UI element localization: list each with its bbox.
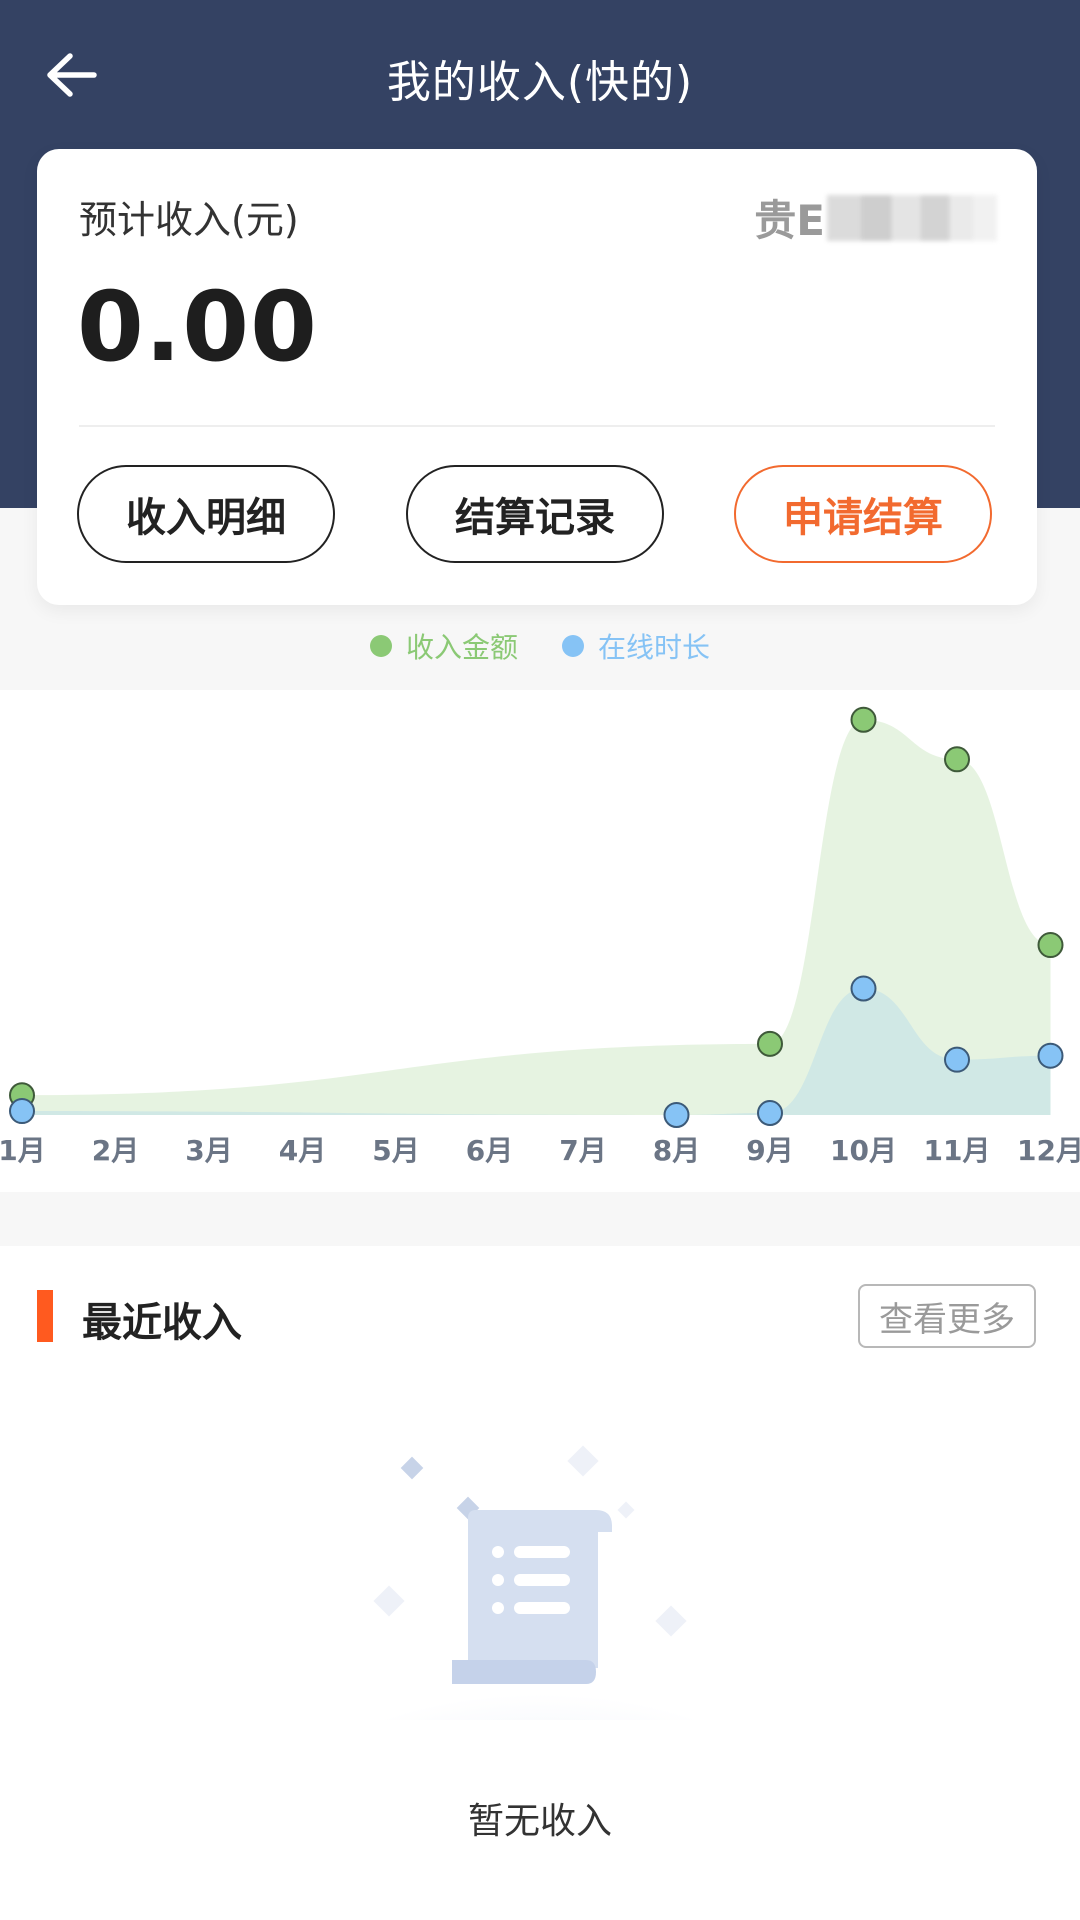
data-point-1-3[interactable]	[850, 975, 877, 1002]
x-tick-label: 10月	[830, 1134, 897, 1167]
data-point-0-1[interactable]	[757, 1030, 783, 1057]
license-plate: 贵E	[754, 187, 997, 248]
income-detail-button[interactable]: 收入明细	[77, 465, 335, 563]
x-tick-label: 2月	[92, 1134, 139, 1167]
x-tick-label: 7月	[559, 1134, 606, 1167]
x-tick-label: 3月	[185, 1134, 232, 1167]
x-tick-label: 5月	[372, 1134, 419, 1167]
data-point-1-5[interactable]	[1037, 1042, 1064, 1069]
apply-settlement-button[interactable]: 申请结算	[734, 465, 992, 563]
recent-income-title: 最近收入	[82, 1300, 242, 1346]
settlement-records-button[interactable]: 结算记录	[406, 465, 664, 563]
data-point-0-3[interactable]	[944, 746, 970, 773]
license-plate-text: 贵E	[754, 196, 825, 245]
page-title: 我的收入(快的)	[386, 57, 694, 108]
legend-label-income: 收入金额	[405, 631, 518, 664]
legend-item-online[interactable]: 在线时长	[562, 626, 710, 666]
empty-state-text: 暂无收入	[467, 1801, 612, 1842]
data-point-0-2[interactable]	[850, 706, 877, 733]
income-amount: 0.00	[77, 271, 318, 383]
card-divider	[79, 425, 995, 427]
license-plate-mask	[827, 194, 997, 241]
x-tick-label: 8月	[653, 1134, 700, 1167]
x-tick-label: 1月	[0, 1134, 46, 1167]
data-point-1-4[interactable]	[944, 1046, 970, 1073]
data-point-1-2[interactable]	[757, 1100, 783, 1127]
x-tick-label: 12月	[1017, 1134, 1080, 1167]
data-point-0-4[interactable]	[1037, 932, 1064, 959]
legend-item-income[interactable]: 收入金额	[369, 626, 518, 666]
section-accent-bar	[37, 1290, 53, 1342]
view-more-button[interactable]: 查看更多	[858, 1284, 1036, 1348]
chart-legend: 收入金额 在线时长	[0, 626, 1080, 666]
x-tick-label: 11月	[924, 1134, 991, 1167]
legend-dot-online	[562, 635, 584, 657]
x-tick-label: 4月	[279, 1134, 326, 1167]
income-summary-card: 预计收入(元) 贵E 0.00 收入明细 结算记录 申请结算	[37, 149, 1037, 605]
x-tick-label: 9月	[746, 1134, 793, 1167]
estimated-income-label: 预计收入(元)	[79, 198, 299, 242]
legend-label-online: 在线时长	[598, 631, 711, 664]
section-separator	[0, 1192, 1080, 1246]
legend-dot-income	[369, 635, 392, 657]
x-tick-label: 6月	[466, 1134, 513, 1167]
empty-receipt-icon	[320, 1445, 760, 1720]
data-point-1-0[interactable]	[9, 1098, 35, 1125]
data-point-1-1[interactable]	[663, 1102, 690, 1128]
income-chart: 1月 2月 3月 4月 5月 6月 7月 8月 9月 10月 11月 12月	[0, 706, 1080, 1167]
